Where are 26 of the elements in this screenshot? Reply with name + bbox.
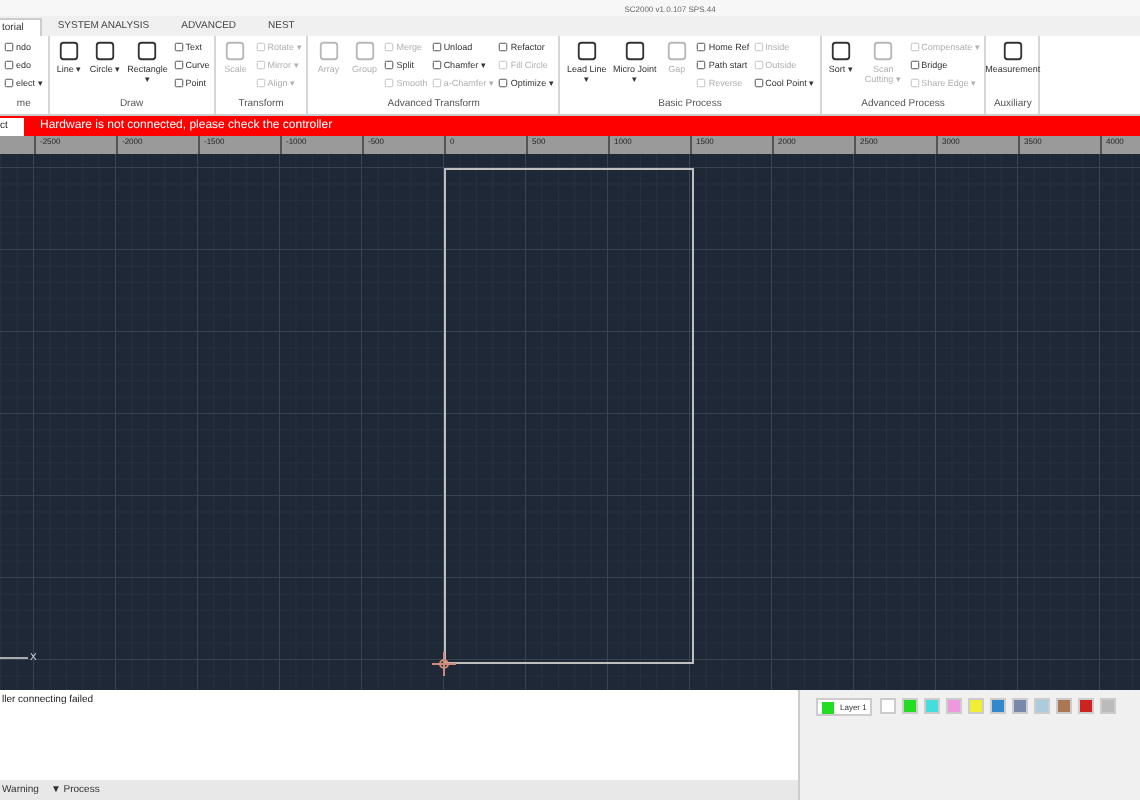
color-swatch[interactable] xyxy=(946,698,963,714)
tool-icon xyxy=(353,40,376,62)
color-swatch[interactable] xyxy=(1034,698,1051,714)
tool-icon xyxy=(136,40,159,62)
tool-icon xyxy=(1001,40,1024,62)
color-swatch[interactable] xyxy=(990,698,1007,714)
tool-icon xyxy=(623,40,646,62)
tool-icon xyxy=(830,40,853,62)
tool-icon xyxy=(94,40,117,62)
tool-icon xyxy=(665,40,688,62)
color-swatch[interactable] xyxy=(968,698,985,714)
origin-marker-icon xyxy=(432,652,456,676)
tool-icon xyxy=(872,40,895,62)
color-swatch[interactable] xyxy=(924,698,941,714)
tool-icon xyxy=(317,40,340,62)
tool-icon xyxy=(224,40,247,62)
color-swatch[interactable] xyxy=(880,698,897,714)
part-rectangle[interactable] xyxy=(444,168,694,664)
color-swatch[interactable] xyxy=(1012,698,1029,714)
color-swatch[interactable] xyxy=(1100,698,1117,714)
tool-icon xyxy=(575,40,598,62)
color-swatch[interactable] xyxy=(902,698,919,714)
tool-icon xyxy=(58,40,81,62)
color-swatch[interactable] xyxy=(1078,698,1095,714)
axis-line xyxy=(0,654,28,662)
color-swatch[interactable] xyxy=(1056,698,1073,714)
